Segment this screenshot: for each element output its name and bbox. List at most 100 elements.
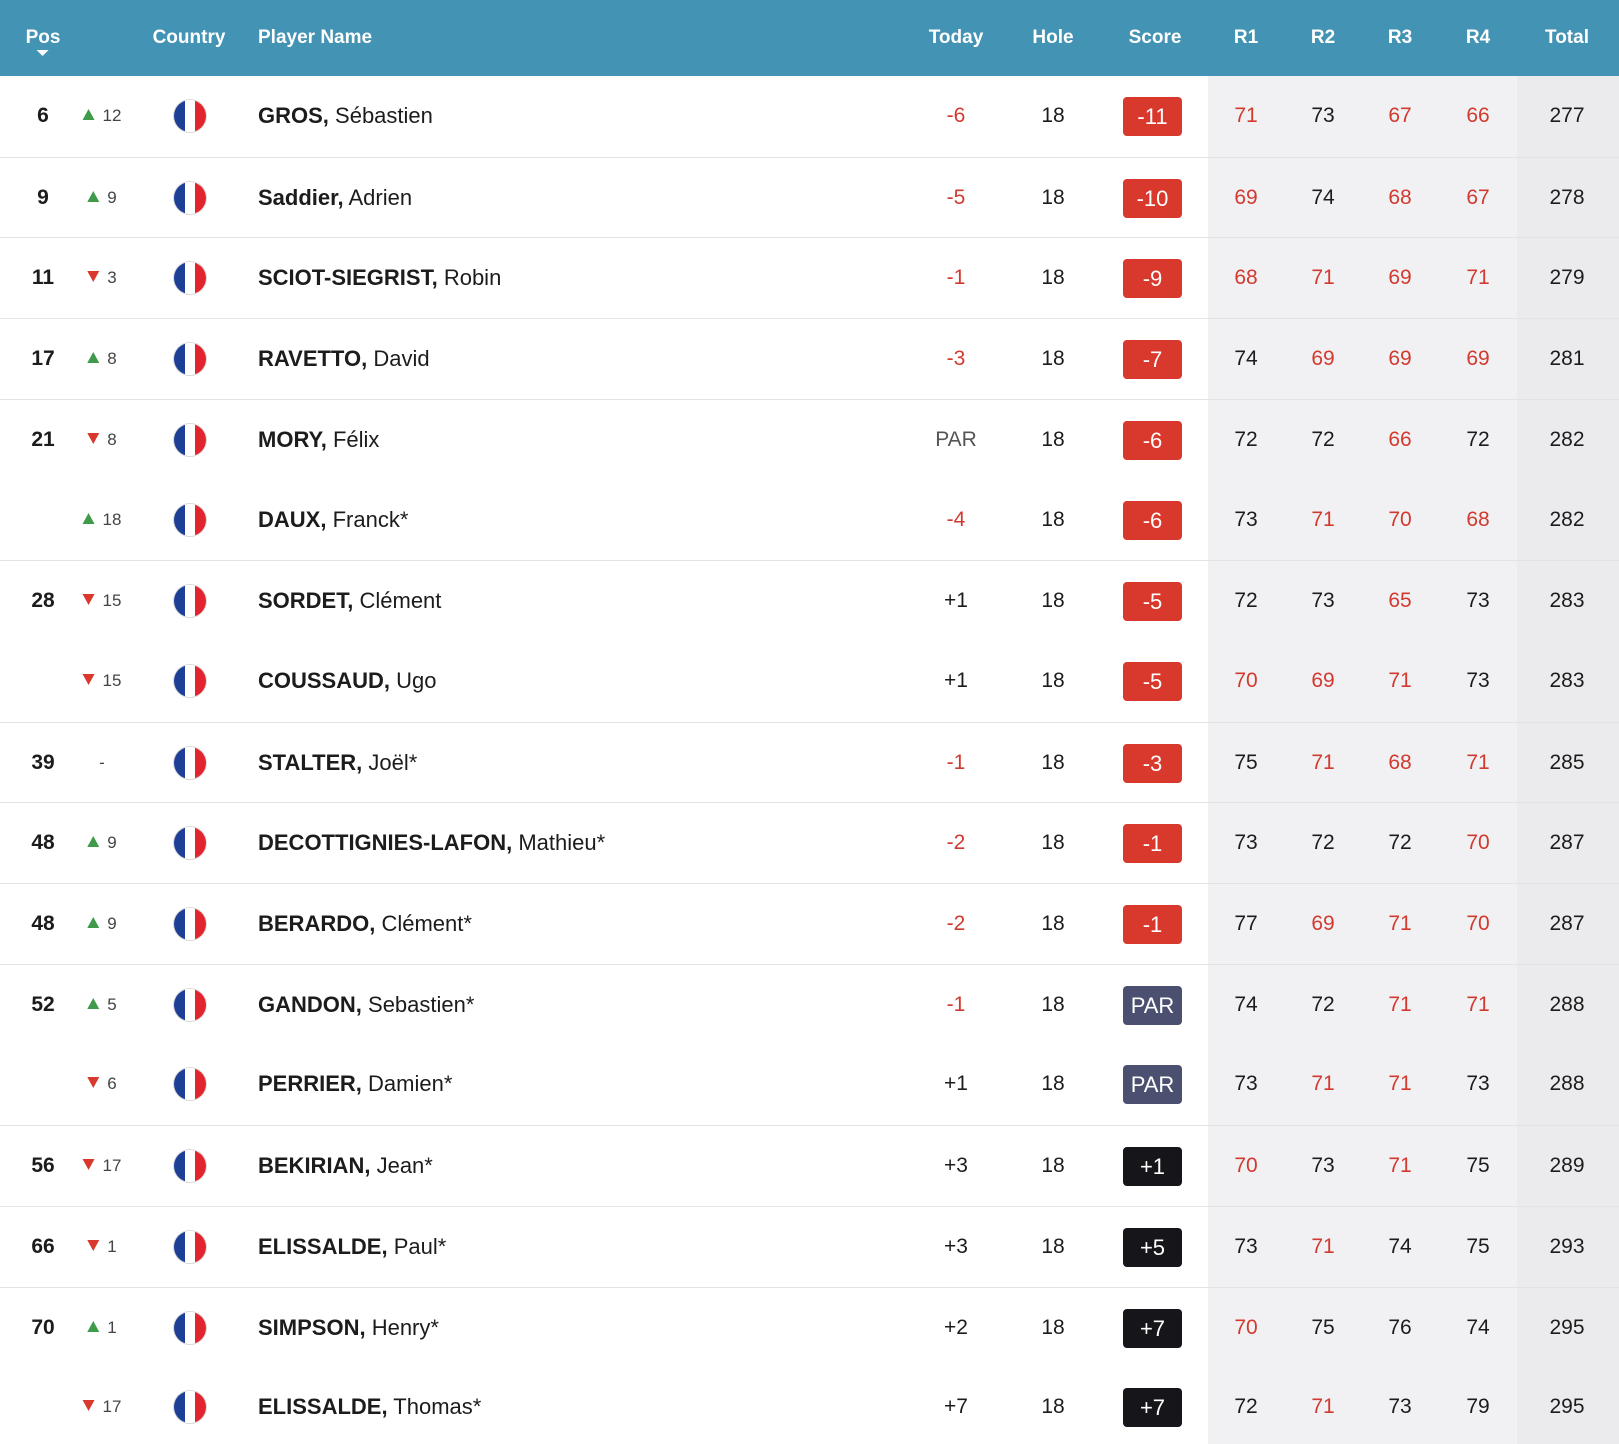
- round-1-score: 73: [1234, 507, 1258, 531]
- round-1-score: 73: [1234, 831, 1258, 855]
- round-4-score: 69: [1466, 347, 1490, 371]
- move-up-icon: [87, 352, 100, 364]
- player-name[interactable]: ELISSALDE, Thomas*: [258, 1367, 481, 1444]
- hole: 18: [1041, 1154, 1065, 1178]
- table-row[interactable]: 17 ELISSALDE, Thomas* +7 18 +7 72 71 73 79 295: [0, 1367, 1619, 1444]
- round-3-score: 71: [1388, 1154, 1412, 1178]
- player-name[interactable]: GROS, Sébastien: [258, 76, 433, 156]
- table-row[interactable]: 11 3 SCIOT-SIEGRIST, Robin -1 18 -9 68 71 69 71 27…: [0, 237, 1619, 318]
- player-name[interactable]: MORY, Félix: [258, 400, 379, 480]
- total-score: 281: [1549, 347, 1585, 371]
- today-score: +1: [944, 1072, 968, 1096]
- table-row[interactable]: 9 9 Saddier, Adrien -5 18 -10 69 74 68 67 278: [0, 156, 1619, 238]
- header-pos[interactable]: Pos: [26, 0, 60, 76]
- total-score: 285: [1549, 750, 1585, 774]
- leaderboard: Pos Country Player Name Today Hole Score…: [0, 0, 1619, 1444]
- player-name[interactable]: BERARDO, Clément*: [258, 884, 472, 964]
- player-name[interactable]: RAVETTO, David: [258, 319, 430, 399]
- table-row[interactable]: 48 9 DECOTTIGNIES-LAFON, Mathieu* -2 18 -1 73 7…: [0, 802, 1619, 883]
- player-name[interactable]: GANDON, Sebastien*: [258, 965, 474, 1045]
- player-first-name: Joël*: [368, 749, 418, 775]
- score-badge: -10: [1123, 178, 1182, 218]
- position-movement: 18: [82, 480, 122, 560]
- table-row[interactable]: 15 COUSSAUD, Ugo +1 18 -5 70 69 71 73 283: [0, 641, 1619, 721]
- player-first-name: Mathieu*: [518, 830, 606, 856]
- player-name[interactable]: PERRIER, Damien*: [258, 1044, 452, 1124]
- hole: 18: [1041, 668, 1065, 692]
- player-name[interactable]: DAUX, Franck*: [258, 480, 408, 560]
- movement-value: 5: [107, 994, 117, 1014]
- header-player-name[interactable]: Player Name: [258, 0, 372, 76]
- header-r2[interactable]: R2: [1311, 0, 1335, 76]
- move-up-icon: [82, 109, 95, 120]
- hole: 18: [1041, 589, 1065, 613]
- move-up-icon: [87, 997, 100, 1009]
- header-total[interactable]: Total: [1545, 0, 1589, 76]
- player-name[interactable]: SORDET, Clément: [258, 561, 441, 641]
- position-movement: 3: [87, 238, 117, 318]
- round-3-score: 66: [1388, 427, 1412, 451]
- round-1-score: 74: [1234, 992, 1258, 1016]
- table-row[interactable]: 18 DAUX, Franck* -4 18 -6 73 71 70 68 282: [0, 480, 1619, 560]
- header-score[interactable]: Score: [1129, 0, 1182, 76]
- header-country[interactable]: Country: [153, 0, 226, 76]
- position-movement: 17: [82, 1126, 121, 1206]
- position-movement: 6: [87, 1044, 117, 1124]
- header-r4[interactable]: R4: [1466, 0, 1490, 76]
- table-row[interactable]: 66 1 ELISSALDE, Paul* +3 18 +5 73 71 74 75 293: [0, 1205, 1619, 1287]
- hole: 18: [1041, 104, 1065, 127]
- header-r1[interactable]: R1: [1234, 0, 1258, 76]
- today-score: -1: [946, 750, 966, 774]
- table-row[interactable]: 6 PERRIER, Damien* +1 18 PAR 73 71 71 73 288: [0, 1044, 1619, 1124]
- table-row[interactable]: 39 - STALTER, Joël* -1 18 -3 75 71 68 71 285: [0, 721, 1619, 803]
- round-3-score: 70: [1388, 507, 1412, 531]
- player-name[interactable]: SCIOT-SIEGRIST, Robin: [258, 238, 501, 318]
- player-last-name: RAVETTO,: [258, 346, 368, 372]
- player-last-name: BEKIRIAN,: [258, 1153, 371, 1179]
- total-score: 283: [1549, 668, 1585, 692]
- table-row[interactable]: 52 5 GANDON, Sebastien* -1 18 PAR 74 72 71 71 288: [0, 963, 1619, 1045]
- header-r3[interactable]: R3: [1388, 0, 1412, 76]
- round-1-score: 75: [1234, 750, 1258, 774]
- round-3-score: 74: [1388, 1234, 1412, 1258]
- move-down-icon: [87, 1239, 100, 1251]
- player-last-name: COUSSAUD,: [258, 667, 391, 693]
- sort-caret-down-icon: [36, 50, 49, 56]
- round-4-score: 70: [1466, 912, 1490, 935]
- table-row[interactable]: 28 15 SORDET, Clément +1 18 -5 72 73 65 73 283: [0, 560, 1619, 641]
- player-name[interactable]: STALTER, Joël*: [258, 723, 417, 803]
- france-flag-icon: [174, 1391, 206, 1424]
- table-row[interactable]: 17 8 RAVETTO, David -3 18 -7 74 69 69 69 281: [0, 318, 1619, 399]
- player-name[interactable]: ELISSALDE, Paul*: [258, 1207, 446, 1287]
- player-name[interactable]: SIMPSON, Henry*: [258, 1288, 439, 1368]
- hole: 18: [1041, 750, 1065, 774]
- movement-value: 9: [107, 187, 117, 207]
- position: 70: [31, 1315, 55, 1339]
- player-name[interactable]: DECOTTIGNIES-LAFON, Mathieu*: [258, 803, 605, 883]
- player-name[interactable]: BEKIRIAN, Jean*: [258, 1126, 433, 1206]
- table-row[interactable]: 6 12 GROS, Sébastien -6 18 -11 71 73 67 66 277: [0, 76, 1619, 156]
- position: 28: [31, 589, 55, 613]
- today-score: -3: [946, 347, 966, 371]
- player-first-name: Henry*: [371, 1314, 439, 1340]
- round-1-score: 74: [1234, 347, 1258, 371]
- player-name[interactable]: Saddier, Adrien: [258, 158, 412, 238]
- move-up-icon: [87, 836, 100, 848]
- player-first-name: Robin: [443, 265, 502, 291]
- round-1-score: 68: [1234, 266, 1258, 290]
- header-today[interactable]: Today: [929, 0, 984, 76]
- movement-value: 18: [102, 509, 122, 529]
- table-row[interactable]: 21 8 MORY, Félix PAR 18 -6 72 72 66 72 282: [0, 398, 1619, 480]
- player-first-name: David: [373, 346, 430, 372]
- hole: 18: [1041, 992, 1065, 1016]
- table-row[interactable]: 56 17 BEKIRIAN, Jean* +3 18 +1 70 73 71 75 289: [0, 1125, 1619, 1206]
- round-4-score: 71: [1466, 266, 1490, 290]
- header-hole[interactable]: Hole: [1032, 0, 1073, 76]
- today-score: +1: [944, 668, 968, 692]
- table-row[interactable]: 48 9 BERARDO, Clément* -2 18 -1 77 69 71 70 287: [0, 883, 1619, 964]
- table-row[interactable]: 70 1 SIMPSON, Henry* +2 18 +7 70 75 76 74 295: [0, 1286, 1619, 1368]
- player-name[interactable]: COUSSAUD, Ugo: [258, 641, 437, 721]
- move-down-icon: [87, 1077, 100, 1089]
- score-badge: -6: [1123, 420, 1182, 460]
- player-first-name: Damien*: [368, 1071, 453, 1097]
